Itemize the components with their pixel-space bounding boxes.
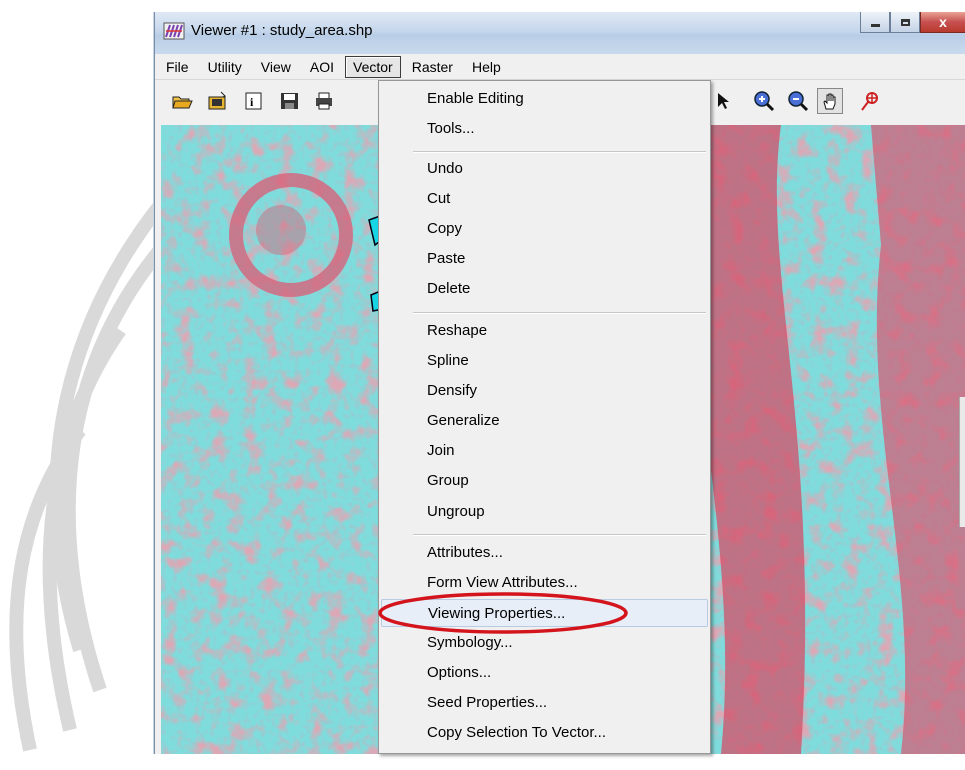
window-title: Viewer #1 : study_area.shp bbox=[191, 22, 373, 39]
menu-file[interactable]: File bbox=[158, 56, 197, 78]
open-layer-icon[interactable] bbox=[205, 88, 231, 114]
menu-item-group[interactable]: Group bbox=[381, 467, 708, 495]
menu-item-form-view-attributes[interactable]: Form View Attributes... bbox=[381, 569, 708, 597]
menu-item-tools[interactable]: Tools... bbox=[381, 115, 708, 143]
menu-vector[interactable]: Vector bbox=[345, 55, 401, 78]
menu-item-cut[interactable]: Cut bbox=[381, 185, 708, 213]
menu-item-spline[interactable]: Spline bbox=[381, 347, 708, 375]
select-arrow-icon[interactable] bbox=[711, 88, 737, 114]
menu-item-viewing-properties[interactable]: Viewing Properties... bbox=[381, 599, 708, 627]
window-controls: x bbox=[860, 12, 965, 34]
menu-item-symbology[interactable]: Symbology... bbox=[381, 629, 708, 657]
inquire-cursor-icon[interactable] bbox=[857, 88, 883, 114]
save-icon[interactable] bbox=[277, 88, 303, 114]
close-button[interactable]: x bbox=[920, 12, 965, 33]
vector-menu-dropdown: Enable Editing Tools... Undo Cut Copy Pa… bbox=[378, 80, 711, 754]
menu-item-generalize[interactable]: Generalize bbox=[381, 407, 708, 435]
zoom-in-icon[interactable] bbox=[751, 88, 777, 114]
maximize-button[interactable] bbox=[890, 12, 920, 33]
minimize-button[interactable] bbox=[860, 12, 890, 33]
menu-item-copy[interactable]: Copy bbox=[381, 215, 708, 243]
menu-item-copy-selection-to-vector[interactable]: Copy Selection To Vector... bbox=[381, 719, 708, 747]
side-scroll-handle[interactable] bbox=[959, 397, 965, 527]
menu-bar: File Utility View AOI Vector Raster Help bbox=[155, 54, 965, 80]
menu-help[interactable]: Help bbox=[464, 56, 509, 78]
menu-item-attributes[interactable]: Attributes... bbox=[381, 539, 708, 567]
menu-item-delete[interactable]: Delete bbox=[381, 275, 708, 303]
menu-separator bbox=[413, 151, 706, 153]
menu-view[interactable]: View bbox=[253, 56, 299, 78]
open-folder-icon[interactable] bbox=[169, 88, 195, 114]
menu-raster[interactable]: Raster bbox=[404, 56, 461, 78]
menu-item-seed-properties[interactable]: Seed Properties... bbox=[381, 689, 708, 717]
menu-item-reshape[interactable]: Reshape bbox=[381, 317, 708, 345]
menu-item-paste[interactable]: Paste bbox=[381, 245, 708, 273]
menu-item-undo[interactable]: Undo bbox=[381, 155, 708, 183]
title-bar[interactable]: Viewer #1 : study_area.shp x bbox=[155, 12, 965, 54]
viewer-app-icon bbox=[163, 22, 185, 40]
menu-separator bbox=[413, 534, 706, 536]
menu-separator bbox=[413, 312, 706, 314]
menu-item-join[interactable]: Join bbox=[381, 437, 708, 465]
menu-item-ungroup[interactable]: Ungroup bbox=[381, 498, 708, 526]
print-icon[interactable] bbox=[311, 88, 337, 114]
menu-item-enable-editing[interactable]: Enable Editing bbox=[381, 85, 708, 113]
menu-item-options[interactable]: Options... bbox=[381, 659, 708, 687]
menu-utility[interactable]: Utility bbox=[200, 56, 250, 78]
zoom-out-icon[interactable] bbox=[785, 88, 811, 114]
pan-hand-icon[interactable] bbox=[817, 88, 843, 114]
info-icon[interactable]: i bbox=[241, 88, 267, 114]
menu-item-densify[interactable]: Densify bbox=[381, 377, 708, 405]
menu-aoi[interactable]: AOI bbox=[302, 56, 342, 78]
